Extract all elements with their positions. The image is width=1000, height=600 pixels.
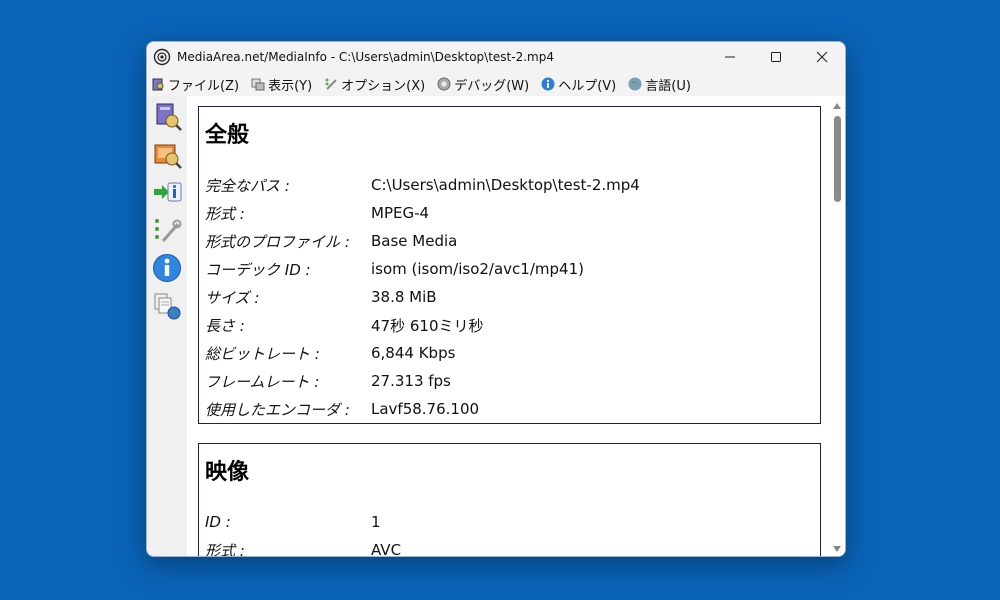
info-value: 27.313 fps (371, 372, 451, 390)
info-row: 形式 : AVC (199, 536, 820, 556)
menu-file-label: ファイル(Z) (168, 78, 240, 94)
info-key: 長さ : (205, 316, 245, 335)
info-row: 完全なパス : C:\Users\admin\Desktop\test-2.mp4 (199, 171, 820, 199)
info-row: 長さ : 47秒 610ミリ秒 (199, 311, 820, 339)
info-row: 形式 : MPEG-4 (199, 199, 820, 227)
info-value: AVC (371, 541, 402, 556)
close-icon (816, 51, 828, 63)
language-icon (628, 77, 642, 91)
scroll-down-arrow-icon[interactable] (833, 546, 841, 552)
menu-view[interactable]: 表示(Y) (251, 75, 312, 94)
info-value: Base Media (371, 232, 458, 250)
menu-file[interactable]: ファイル(Z) (151, 75, 239, 94)
info-key: ID : (205, 513, 231, 531)
close-button[interactable] (799, 42, 845, 72)
mediainfo-window: MediaArea.net/MediaInfo - C:\Users\admin… (146, 41, 846, 557)
maximize-icon (771, 52, 781, 62)
info-row: 使用したエンコーダ : Lavf58.76.100 (199, 395, 820, 423)
info-value: Lavf58.76.100 (371, 400, 480, 418)
section-title: 映像 (205, 460, 250, 485)
about-button[interactable] (151, 252, 183, 284)
info-value: MPEG-4 (371, 204, 430, 222)
minimize-icon (725, 56, 735, 58)
info-row: コーデック ID : isom (isom/iso2/avc1/mp41) (199, 255, 820, 283)
info-value: 47秒 610ミリ秒 (371, 316, 484, 335)
section-general: 全般 完全なパス : C:\Users\admin\Desktop\test-2.… (198, 106, 821, 424)
open-file-button[interactable] (151, 100, 183, 132)
export-button[interactable] (151, 176, 183, 208)
section-title: 全般 (205, 123, 250, 148)
info-key: サイズ : (205, 288, 260, 307)
info-value: C:\Users\admin\Desktop\test-2.mp4 (371, 176, 640, 194)
menu-help-label: ヘルプ(V) (558, 78, 617, 94)
open-folder-button[interactable] (151, 138, 183, 170)
section-video: 映像 ID : 1 形式 : AVC (198, 443, 821, 556)
debug-icon (437, 77, 451, 91)
maximize-button[interactable] (753, 42, 799, 72)
file-icon (152, 78, 164, 91)
export-icon (154, 182, 182, 202)
title-bar[interactable]: MediaArea.net/MediaInfo - C:\Users\admin… (147, 42, 845, 72)
info-row: サイズ : 38.8 MiB (199, 283, 820, 311)
info-key: 形式 : (205, 541, 245, 557)
menu-language[interactable]: 言語(U) (628, 75, 691, 94)
info-key: 形式 : (205, 204, 245, 223)
info-key: フレームレート : (205, 372, 320, 391)
info-key: コーデック ID : (205, 260, 311, 279)
info-row: フレームレート : 27.313 fps (199, 367, 820, 395)
view-icon (251, 78, 265, 91)
open-file-icon (156, 103, 182, 131)
help-icon (541, 77, 555, 91)
preferences-icon (155, 219, 182, 242)
about-icon (153, 254, 181, 282)
info-key: 形式のプロファイル : (205, 232, 350, 251)
options-icon (325, 78, 337, 90)
info-value: 6,844 Kbps (371, 344, 456, 362)
side-toolbar (147, 96, 187, 556)
info-row: 総ビットレート : 6,844 Kbps (199, 339, 820, 367)
menu-options-label: オプション(X) (341, 78, 426, 94)
open-folder-icon (154, 144, 182, 169)
menu-bar: ファイル(Z) 表示(Y) オプション(X) デバッグ(W) ヘルプ(V) 言語… (147, 72, 845, 96)
window-title: MediaArea.net/MediaInfo - C:\Users\admin… (177, 50, 554, 64)
menu-help[interactable]: ヘルプ(V) (541, 75, 616, 94)
knowledge-base-icon (154, 293, 181, 320)
knowledge-base-button[interactable] (151, 290, 183, 322)
info-key: 総ビットレート : (205, 344, 320, 363)
info-content[interactable]: 全般 完全なパス : C:\Users\admin\Desktop\test-2.… (187, 96, 845, 556)
minimize-button[interactable] (707, 42, 753, 72)
info-row: 形式のプロファイル : Base Media (199, 227, 820, 255)
scroll-thumb[interactable] (834, 116, 841, 202)
menu-debug[interactable]: デバッグ(W) (437, 75, 529, 94)
info-row: ID : 1 (199, 508, 820, 536)
menu-language-label: 言語(U) (645, 78, 691, 94)
info-key: 使用したエンコーダ : (205, 400, 350, 419)
scroll-up-arrow-icon[interactable] (833, 103, 841, 109)
info-value: 1 (371, 513, 381, 531)
menu-options[interactable]: オプション(X) (324, 75, 425, 94)
info-key: 完全なパス : (205, 176, 290, 195)
info-value: 38.8 MiB (371, 288, 437, 306)
vertical-scrollbar[interactable] (829, 96, 845, 556)
info-value: isom (isom/iso2/avc1/mp41) (371, 260, 584, 278)
main-area: 全般 完全なパス : C:\Users\admin\Desktop\test-2.… (147, 96, 845, 556)
menu-view-label: 表示(Y) (268, 78, 313, 94)
preferences-button[interactable] (151, 214, 183, 246)
menu-debug-label: デバッグ(W) (454, 78, 530, 94)
mediainfo-app-icon (153, 48, 171, 66)
